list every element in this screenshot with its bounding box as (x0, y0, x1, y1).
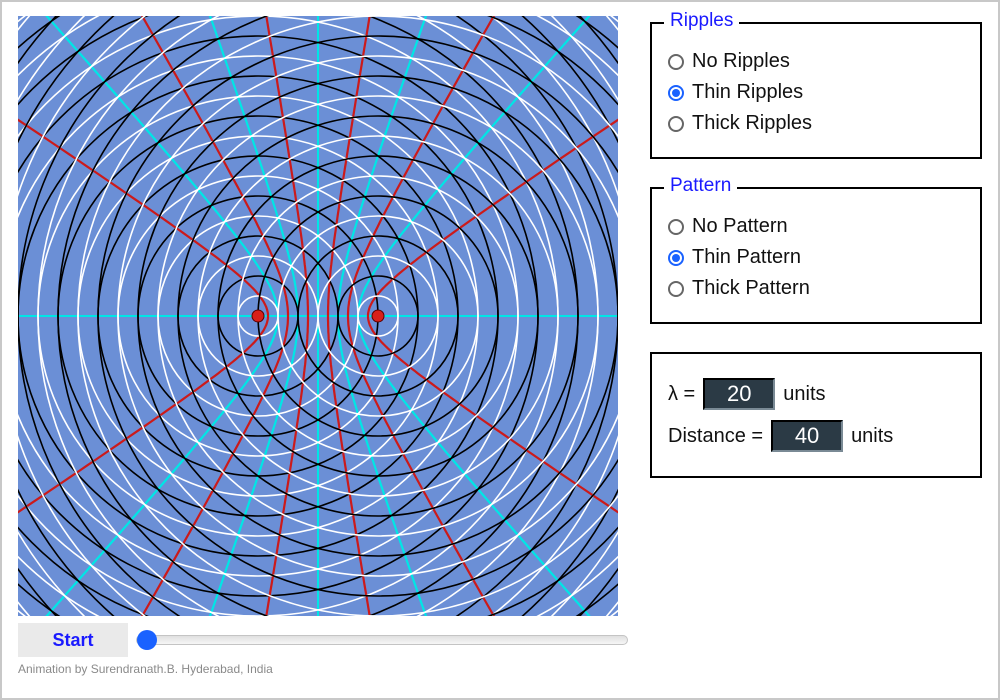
lambda-row: λ = 20 units (668, 378, 964, 410)
lambda-label: λ = (668, 383, 695, 406)
radio-icon (668, 281, 684, 297)
radio-icon (668, 85, 684, 101)
ripples-option-0[interactable]: No Ripples (668, 50, 964, 73)
slider-thumb[interactable] (137, 630, 157, 650)
lambda-input[interactable]: 20 (703, 378, 775, 410)
distance-row: Distance = 40 units (668, 420, 964, 452)
pattern-option-label: No Pattern (692, 215, 788, 238)
credit-text: Animation by Surendranath.B. Hyderabad, … (18, 662, 628, 676)
pattern-fieldset: Pattern No PatternThin PatternThick Patt… (650, 187, 982, 324)
simulation-canvas[interactable] (18, 16, 618, 616)
radio-icon (668, 116, 684, 132)
distance-units: units (851, 425, 893, 448)
radio-icon (668, 219, 684, 235)
ripples-option-label: No Ripples (692, 50, 790, 73)
ripples-fieldset: Ripples No RipplesThin RipplesThick Ripp… (650, 22, 982, 159)
left-column: Start Animation by Surendranath.B. Hyder… (18, 16, 628, 684)
playback-controls: Start (18, 620, 628, 660)
right-column: Ripples No RipplesThin RipplesThick Ripp… (650, 16, 982, 684)
time-slider[interactable] (136, 623, 628, 657)
pattern-option-label: Thin Pattern (692, 246, 801, 269)
distance-input[interactable]: 40 (771, 420, 843, 452)
simulation-canvas-wrap (18, 16, 618, 616)
start-button[interactable]: Start (18, 623, 128, 657)
ripples-option-1[interactable]: Thin Ripples (668, 81, 964, 104)
pattern-option-1[interactable]: Thin Pattern (668, 246, 964, 269)
pattern-legend: Pattern (664, 175, 737, 197)
ripples-legend: Ripples (664, 10, 739, 32)
radio-icon (668, 54, 684, 70)
pattern-option-label: Thick Pattern (692, 277, 810, 300)
layout: Start Animation by Surendranath.B. Hyder… (18, 16, 982, 684)
parameters-box: λ = 20 units Distance = 40 units (650, 352, 982, 478)
radio-icon (668, 250, 684, 266)
ripples-option-2[interactable]: Thick Ripples (668, 112, 964, 135)
slider-track[interactable] (136, 635, 628, 645)
lambda-units: units (783, 383, 825, 406)
pattern-option-0[interactable]: No Pattern (668, 215, 964, 238)
app-frame: Start Animation by Surendranath.B. Hyder… (0, 0, 1000, 700)
pattern-option-2[interactable]: Thick Pattern (668, 277, 964, 300)
distance-label: Distance = (668, 425, 763, 448)
ripples-option-label: Thick Ripples (692, 112, 812, 135)
ripples-option-label: Thin Ripples (692, 81, 803, 104)
